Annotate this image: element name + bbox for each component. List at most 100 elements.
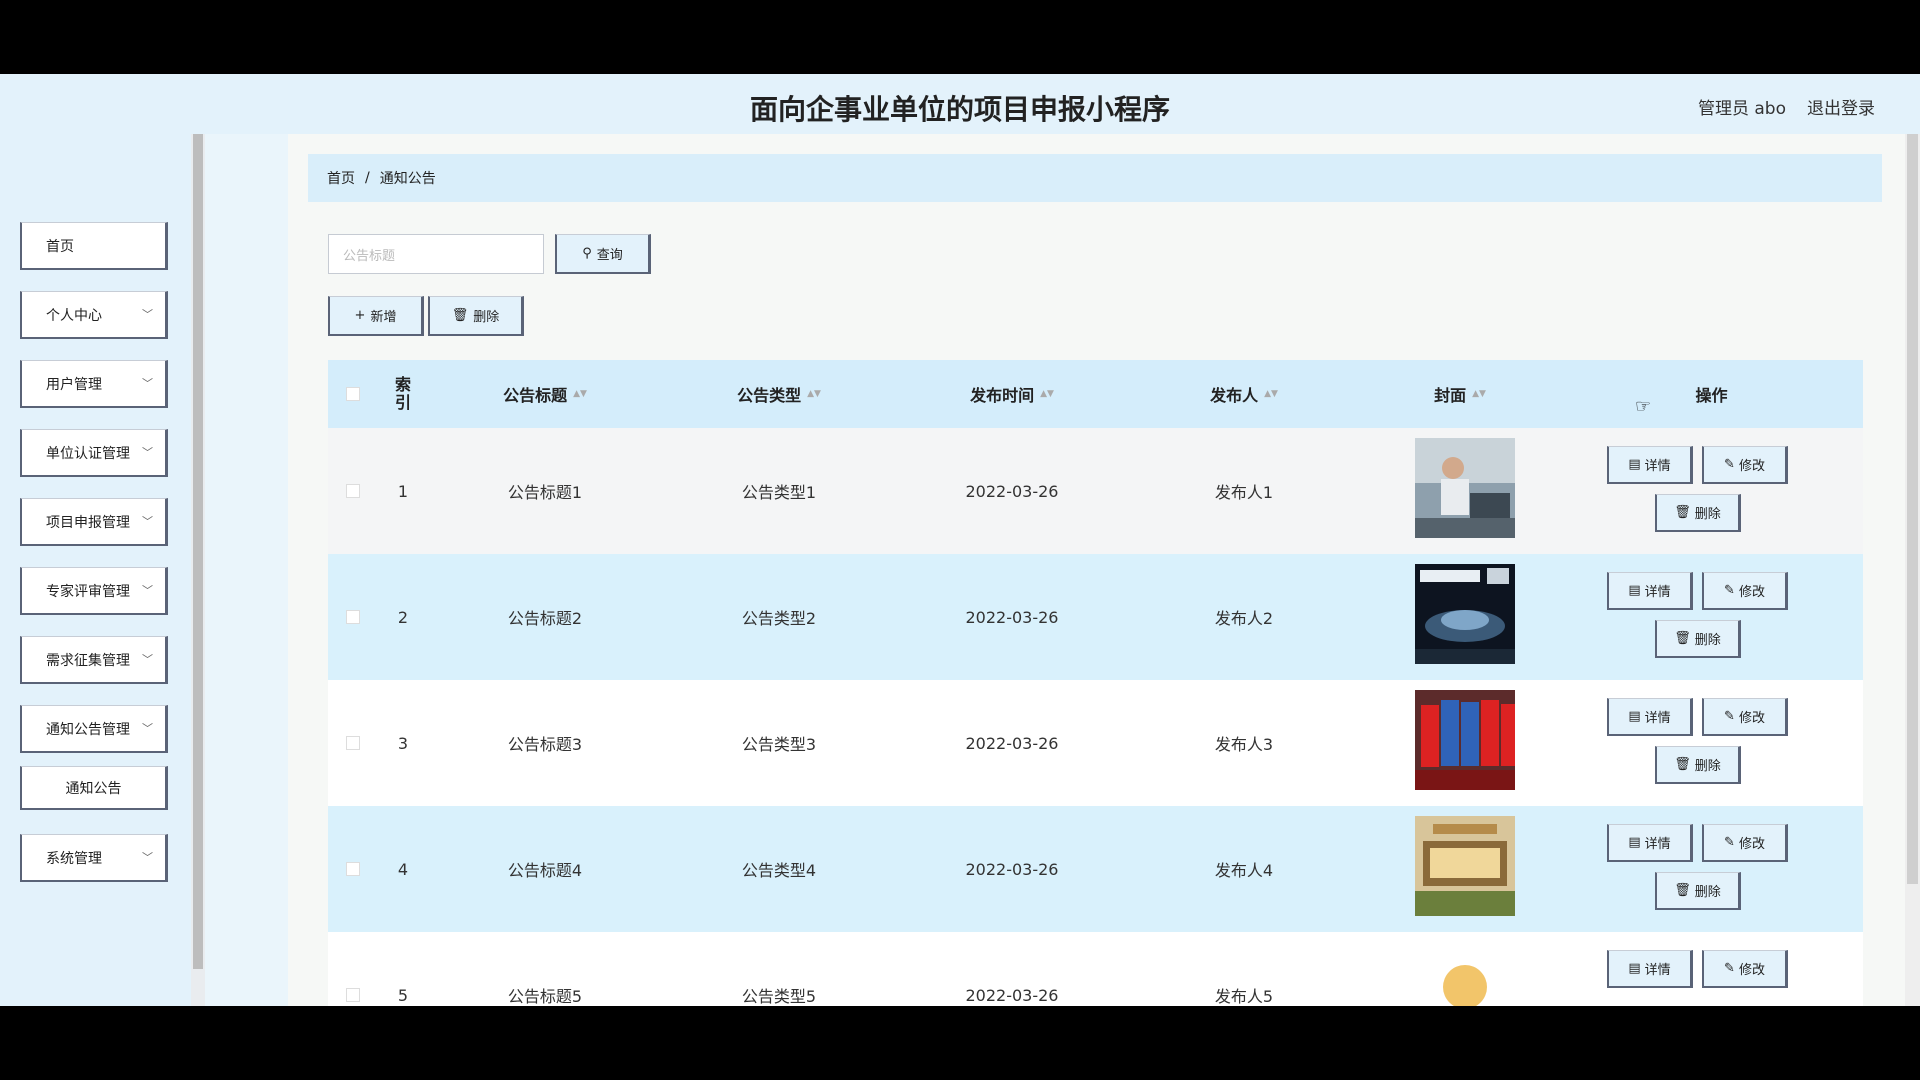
- document-icon: ▤: [1628, 457, 1641, 472]
- sort-icon[interactable]: ▲▼: [807, 389, 821, 399]
- app-title: 面向企事业单位的项目申报小程序: [749, 93, 1170, 126]
- delete-button[interactable]: 🗑 删除: [1655, 620, 1741, 658]
- sidebar-item-unit-certification[interactable]: 单位认证管理 ﹀: [20, 429, 168, 477]
- table-row: 2 公告标题2 公告类型2 2022-03-26 发布人2 ▤ 详情 ✎ 修改 🗑 删…: [328, 554, 1863, 680]
- add-button[interactable]: + 新增: [328, 296, 424, 336]
- edit-button[interactable]: ✎ 修改: [1702, 698, 1788, 736]
- sidebar-item-label: 系统管理: [46, 850, 102, 867]
- delete-button[interactable]: 🗑 删除: [1655, 872, 1741, 910]
- select-all-checkbox[interactable]: [346, 387, 360, 401]
- row-checkbox-cell: [328, 932, 378, 1006]
- row-checkbox-cell: [328, 680, 378, 806]
- chevron-down-icon: ﹀: [142, 851, 153, 864]
- row-type: 公告类型1: [741, 483, 817, 502]
- sidebar-item-label: 通知公告管理: [46, 721, 130, 738]
- delete-button[interactable]: 🗑 删除: [1655, 494, 1741, 532]
- delete-button[interactable]: 🗑 删除: [1655, 746, 1741, 784]
- edit-label: 修改: [1738, 963, 1765, 978]
- delete-label: 删除: [1694, 759, 1721, 774]
- row-type: 公告类型3: [741, 735, 817, 754]
- detail-button[interactable]: ▤ 详情: [1607, 950, 1693, 988]
- trash-icon: 🗑: [451, 308, 469, 323]
- header-type[interactable]: 公告类型 ▲▼: [662, 360, 896, 428]
- detail-button[interactable]: ▤ 详情: [1607, 572, 1693, 610]
- sidebar-item-notice-management[interactable]: 通知公告管理 ﹀: [20, 705, 168, 753]
- edit-button[interactable]: ✎ 修改: [1702, 446, 1788, 484]
- edit-icon: ✎: [1724, 961, 1735, 976]
- mouse-pointer-icon: ☞: [1635, 396, 1652, 417]
- search-button[interactable]: ⚲ 查询: [555, 234, 651, 274]
- sidebar-item-label: 项目申报管理: [46, 514, 130, 531]
- row-checkbox[interactable]: [346, 736, 360, 750]
- row-checkbox[interactable]: [346, 862, 360, 876]
- sidebar-item-personal-center[interactable]: 个人中心 ﹀: [20, 291, 168, 339]
- row-title: 公告标题5: [507, 987, 583, 1006]
- search-placeholder: 公告标题: [343, 248, 396, 264]
- row-index: 4: [397, 859, 409, 879]
- edit-button[interactable]: ✎ 修改: [1702, 572, 1788, 610]
- trash-icon: 🗑: [1674, 757, 1691, 772]
- sidebar-item-label: 专家评审管理: [46, 583, 130, 600]
- detail-label: 详情: [1644, 459, 1671, 474]
- row-author: 发布人5: [1214, 987, 1274, 1006]
- edit-button[interactable]: ✎ 修改: [1702, 824, 1788, 862]
- sort-icon[interactable]: ▲▼: [573, 389, 587, 399]
- row-time: 2022-03-26: [965, 481, 1059, 501]
- sidebar-item-system-management[interactable]: 系统管理 ﹀: [20, 834, 168, 882]
- header-title[interactable]: 公告标题 ▲▼: [428, 360, 662, 428]
- header-time[interactable]: 发布时间 ▲▼: [896, 360, 1128, 428]
- sidebar-item-user-management[interactable]: 用户管理 ﹀: [20, 360, 168, 408]
- sort-icon[interactable]: ▲▼: [1472, 389, 1486, 399]
- sidebar-item-demand-collection[interactable]: 需求征集管理 ﹀: [20, 636, 168, 684]
- select-all-cell: [328, 360, 378, 428]
- row-checkbox[interactable]: [346, 988, 360, 1002]
- sidebar-item-expert-review[interactable]: 专家评审管理 ﹀: [20, 567, 168, 615]
- header-author[interactable]: 发布人 ▲▼: [1128, 360, 1360, 428]
- trash-icon: 🗑: [1674, 505, 1691, 520]
- row-type: 公告类型5: [741, 987, 817, 1006]
- detail-button[interactable]: ▤ 详情: [1607, 824, 1693, 862]
- sidebar-item-label: 用户管理: [46, 376, 102, 393]
- chevron-down-icon: ﹀: [142, 515, 153, 528]
- row-author: 发布人4: [1214, 861, 1274, 880]
- sidebar-item-home[interactable]: 首页: [20, 222, 168, 270]
- row-checkbox[interactable]: [346, 610, 360, 624]
- detail-button[interactable]: ▤ 详情: [1607, 446, 1693, 484]
- sidebar-subitem-notice[interactable]: 通知公告: [20, 766, 168, 810]
- row-type: 公告类型2: [741, 609, 817, 628]
- row-checkbox-cell: [328, 806, 378, 932]
- edit-label: 修改: [1738, 585, 1765, 600]
- sort-icon[interactable]: ▲▼: [1264, 389, 1278, 399]
- bulk-delete-button[interactable]: 🗑 删除: [428, 296, 524, 336]
- breadcrumb-home[interactable]: 首页: [327, 168, 355, 188]
- top-bar: 面向企事业单位的项目申报小程序 管理员 abo 退出登录: [0, 74, 1920, 134]
- sidebar-scrollbar-thumb[interactable]: [193, 134, 203, 969]
- logout-link[interactable]: 退出登录: [1807, 94, 1875, 119]
- edit-label: 修改: [1738, 837, 1765, 852]
- row-time: 2022-03-26: [965, 859, 1059, 879]
- detail-button[interactable]: ▤ 详情: [1607, 698, 1693, 736]
- row-title: 公告标题2: [507, 609, 583, 628]
- search-input[interactable]: 公告标题: [328, 234, 544, 274]
- cover-image: [1415, 438, 1515, 538]
- row-checkbox[interactable]: [346, 484, 360, 498]
- cover-image: [1415, 816, 1515, 916]
- chevron-down-icon: ﹀: [142, 584, 153, 597]
- document-icon: ▤: [1628, 583, 1641, 598]
- detail-label: 详情: [1644, 585, 1671, 600]
- row-author: 发布人2: [1214, 609, 1274, 628]
- breadcrumb-separator: /: [365, 170, 370, 186]
- edit-button[interactable]: ✎ 修改: [1702, 950, 1788, 988]
- delete-label: 删除: [1694, 507, 1721, 522]
- header-cover[interactable]: 封面 ▲▼: [1360, 360, 1560, 428]
- page-scrollbar-thumb[interactable]: [1907, 134, 1918, 884]
- delete-button-label: 删除: [473, 310, 500, 325]
- edit-icon: ✎: [1724, 709, 1735, 724]
- sidebar-item-label: 个人中心: [46, 307, 102, 324]
- sort-icon[interactable]: ▲▼: [1040, 389, 1054, 399]
- add-button-label: 新增: [370, 310, 397, 325]
- row-time: 2022-03-26: [965, 607, 1059, 627]
- sidebar-item-label: 通知公告: [65, 780, 122, 797]
- sidebar-item-project-application[interactable]: 项目申报管理 ﹀: [20, 498, 168, 546]
- header-time-label: 发布时间: [970, 386, 1035, 405]
